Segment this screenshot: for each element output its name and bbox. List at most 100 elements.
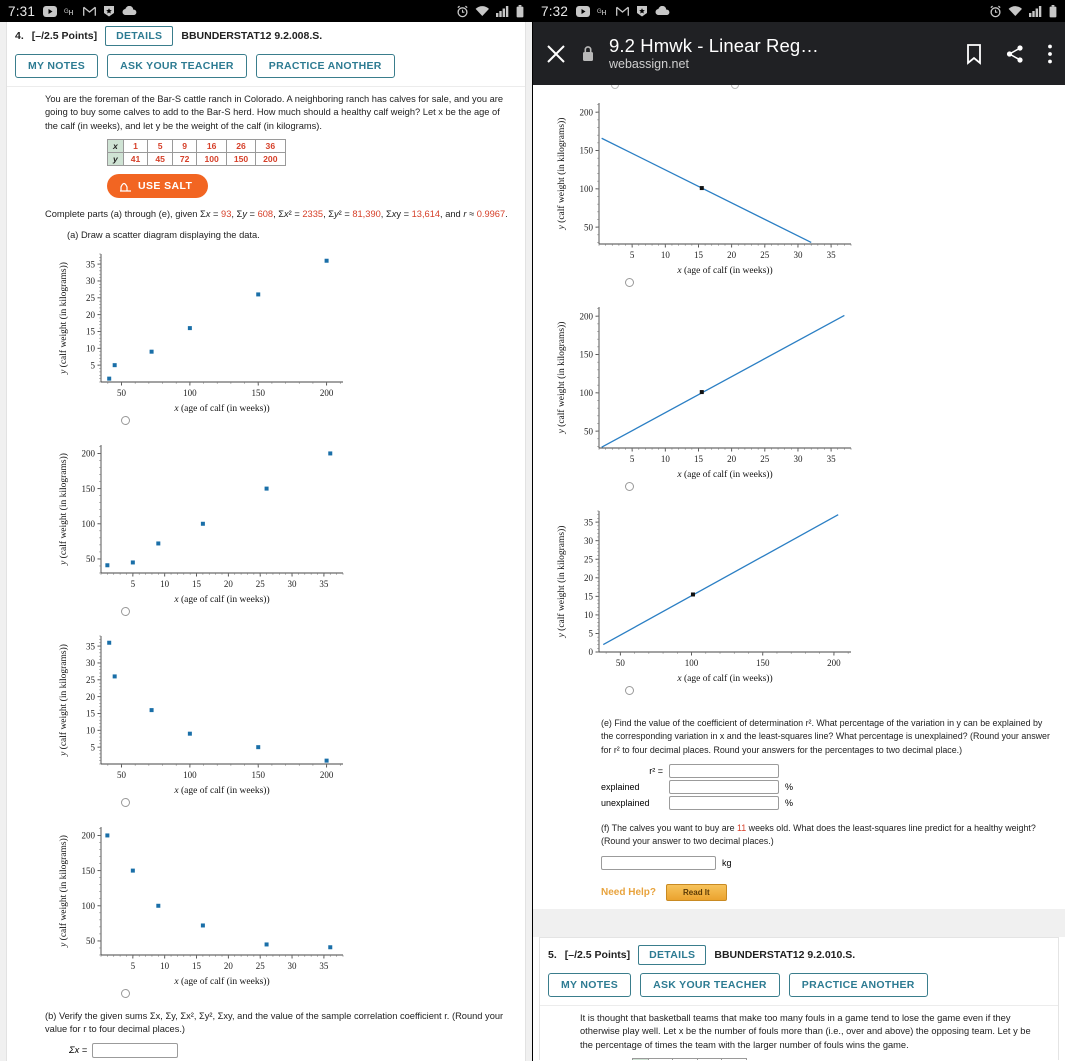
line-chart-2: 5 10 15 20 25 30 35 50 100 150 200 x (age of calf (…	[553, 295, 1065, 480]
svg-text:30: 30	[288, 579, 298, 589]
svg-text:30: 30	[793, 454, 803, 464]
question-4-body: You are the foreman of the Bar-S cattle …	[7, 86, 525, 1061]
part-e-label: (e) Find the value of the coefficient of…	[601, 718, 1050, 755]
table-row: y 41 45 72 100 150 200	[107, 152, 286, 167]
practice-another-button[interactable]: PRACTICE ANOTHER	[788, 972, 928, 997]
question-4-toolbar: MY NOTES ASK YOUR TEACHER PRACTICE ANOTH…	[7, 48, 525, 86]
bookmark-icon[interactable]	[965, 43, 983, 65]
line-option-2: 5 10 15 20 25 30 35 50 100 150 200 x (age of calf (…	[553, 295, 1065, 491]
line-radio-3[interactable]	[625, 686, 634, 695]
explained-input[interactable]	[669, 780, 779, 795]
svg-text:150: 150	[251, 770, 265, 780]
share-icon[interactable]	[1005, 44, 1025, 64]
svg-text:200: 200	[82, 449, 96, 459]
scatter-chart-4: 5 10 15 20 25 30 35 50 100 150 200 x (age of calf (…	[55, 815, 515, 987]
svg-text:10: 10	[661, 250, 671, 260]
part-f-input[interactable]	[601, 855, 716, 870]
overflow-menu-icon[interactable]	[1047, 43, 1053, 65]
svg-text:100: 100	[580, 184, 594, 194]
sum-x-label: Σx =	[69, 1045, 88, 1056]
need-help-label: Need Help?	[601, 886, 657, 898]
explained-label: explained	[601, 782, 640, 793]
use-salt-button[interactable]: USE SALT	[107, 174, 209, 199]
gmail-icon	[616, 6, 630, 17]
svg-text:20: 20	[224, 579, 234, 589]
cell-x-4: 26	[225, 139, 257, 154]
gh-icon: ᴳн	[597, 6, 609, 17]
ask-your-teacher-button[interactable]: ASK YOUR TEACHER	[640, 972, 780, 997]
svg-text:ᴳн: ᴳн	[64, 7, 73, 17]
unexplained-input[interactable]	[669, 796, 779, 811]
svg-text:30: 30	[288, 961, 298, 971]
svg-text:25: 25	[760, 454, 770, 464]
svg-text:10: 10	[160, 961, 170, 971]
row-label-y: y	[107, 152, 124, 167]
svg-text:30: 30	[793, 250, 803, 260]
practice-another-button[interactable]: PRACTICE ANOTHER	[255, 54, 395, 78]
svg-text:y (calf weight (in kilograms)): y (calf weight (in kilograms))	[58, 835, 69, 948]
page-url: webassign.net	[609, 57, 689, 72]
left-phone-pane: 7:31 ᴳн 4. [–/2.5 Points] DETAILS BBUNDE…	[0, 0, 532, 1061]
svg-text:200: 200	[580, 311, 594, 321]
svg-text:150: 150	[82, 866, 96, 876]
wifi-icon	[475, 5, 490, 17]
scatter-radio-3[interactable]	[121, 797, 130, 807]
my-notes-button[interactable]: MY NOTES	[15, 54, 99, 78]
svg-text:x (age of calf (in weeks)): x (age of calf (in weeks))	[676, 265, 772, 276]
question-code: BBUNDERSTAT12 9.2.010.S.	[714, 948, 856, 961]
svg-text:x (age of calf (in weeks)): x (age of calf (in weeks))	[676, 673, 772, 684]
close-icon[interactable]	[545, 43, 567, 65]
scatter-option-2: 5 10 15 20 25 30 35 50 100 150 200 x (age of calf (…	[55, 433, 515, 616]
svg-text:y (calf weight (in kilograms)): y (calf weight (in kilograms))	[556, 322, 567, 435]
svg-text:5: 5	[131, 579, 136, 589]
signal-icon	[496, 5, 510, 17]
scatter-radio-2[interactable]	[121, 606, 130, 616]
svg-text:50: 50	[584, 222, 594, 232]
use-salt-label: USE SALT	[138, 180, 193, 193]
svg-text:150: 150	[82, 484, 96, 494]
svg-text:50: 50	[117, 770, 127, 780]
svg-text:20: 20	[727, 250, 737, 260]
sum-x-input[interactable]	[92, 1042, 179, 1058]
svg-text:150: 150	[756, 658, 770, 668]
svg-text:15: 15	[86, 709, 96, 719]
line-radio-1[interactable]	[625, 278, 634, 287]
read-it-button[interactable]: Read It	[666, 883, 727, 901]
svg-text:15: 15	[86, 327, 96, 337]
scatter-option-4: 5 10 15 20 25 30 35 50 100 150 200 x (age of calf (…	[55, 815, 515, 998]
alarm-icon	[989, 5, 1002, 18]
svg-text:35: 35	[827, 454, 837, 464]
wifi-icon	[1008, 5, 1023, 17]
r-squared-input[interactable]	[669, 764, 779, 779]
svg-text:15: 15	[694, 250, 704, 260]
svg-text:x (age of calf (in weeks)): x (age of calf (in weeks))	[173, 403, 269, 414]
scatter-radio-1[interactable]	[121, 415, 130, 425]
ask-your-teacher-button[interactable]: ASK YOUR TEACHER	[107, 54, 247, 78]
question-5-header: 5. [–/2.5 Points] DETAILS BBUNDERSTAT12 …	[540, 938, 1058, 967]
unexplained-unit: %	[785, 798, 794, 809]
sum-x-field-row: Σx =	[69, 1042, 515, 1058]
problem-statement-5: It is thought that basketball teams that…	[580, 1012, 1031, 1050]
part-b-label: (b) Verify the given sums Σx, Σy, Σx², Σ…	[45, 1010, 504, 1035]
svg-text:20: 20	[224, 961, 234, 971]
details-button[interactable]: DETAILS	[638, 944, 707, 965]
question-number: 4.	[15, 30, 24, 42]
details-button[interactable]: DETAILS	[105, 26, 174, 46]
svg-text:y (calf weight (in kilograms)): y (calf weight (in kilograms))	[58, 453, 69, 566]
svg-text:10: 10	[661, 454, 671, 464]
my-notes-button[interactable]: MY NOTES	[548, 972, 632, 997]
svg-text:30: 30	[584, 536, 594, 546]
question-5-card: 5. [–/2.5 Points] DETAILS BBUNDERSTAT12 …	[539, 936, 1059, 1060]
svg-text:100: 100	[183, 770, 197, 780]
part-f-unit: kg	[722, 857, 732, 868]
line-radio-2[interactable]	[625, 482, 634, 491]
svg-text:200: 200	[320, 388, 334, 398]
svg-text:25: 25	[86, 675, 96, 685]
svg-text:35: 35	[86, 259, 96, 269]
svg-text:5: 5	[91, 360, 96, 370]
scatter-radio-4[interactable]	[121, 988, 130, 998]
svg-text:5: 5	[630, 454, 635, 464]
cutoff-radio-top-2[interactable]	[731, 85, 739, 89]
cutoff-radio-top-1[interactable]	[611, 85, 619, 89]
scatter-option-1: 50 100 150 200 5 10 15 20 25 30 35 x (age of calf (…	[55, 242, 515, 425]
